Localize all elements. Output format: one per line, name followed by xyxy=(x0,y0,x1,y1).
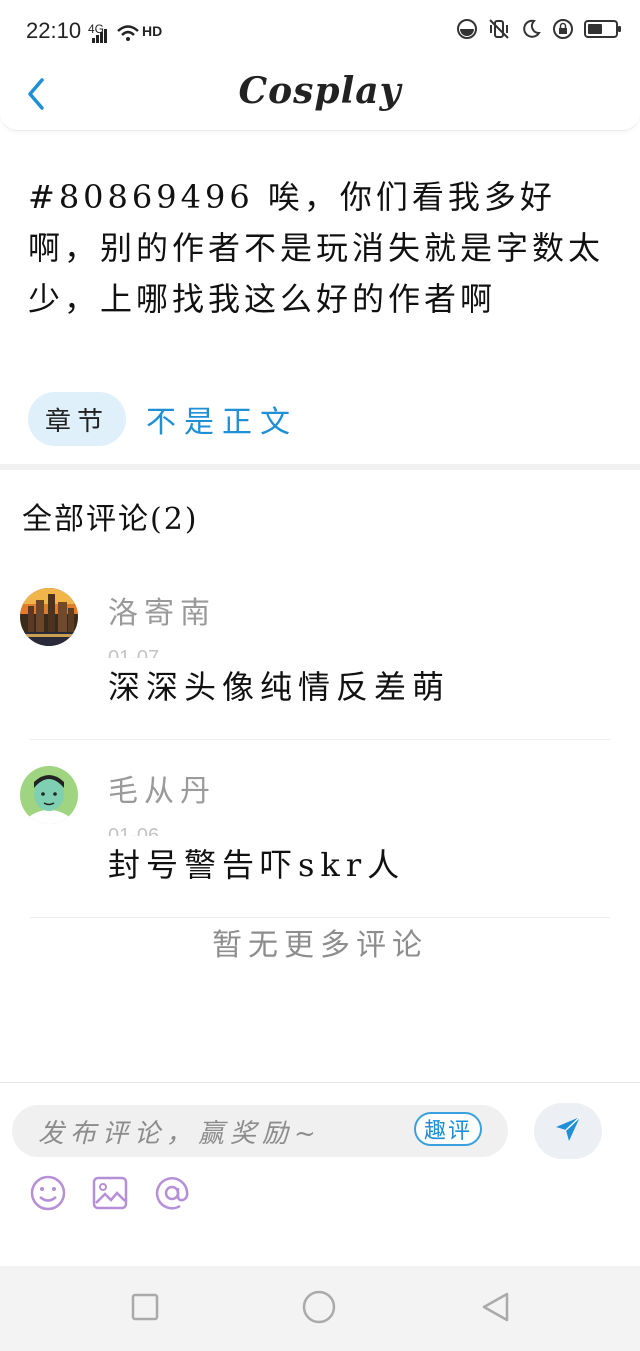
header: Cosplay xyxy=(0,62,640,131)
hd-indicator: HD xyxy=(142,23,163,39)
square-icon xyxy=(131,1293,159,1325)
fun-comment-button[interactable]: 趣评 xyxy=(414,1112,482,1146)
comments-title: 全部评论(2) xyxy=(22,502,199,537)
chapter-tag: 章节 xyxy=(28,392,126,446)
mention-button[interactable] xyxy=(152,1175,192,1215)
no-more-comments: 暂无更多评论 xyxy=(212,928,428,963)
page-title: Cosplay xyxy=(238,70,402,112)
comment-divider xyxy=(30,739,610,740)
post-text: #80869496 唉，你们看我多好啊，别的作者不是玩消失就是字数太少，上哪找我… xyxy=(28,178,605,318)
comment-text: 深深头像纯情反差萌 xyxy=(108,668,451,706)
recents-button[interactable] xyxy=(128,1292,162,1326)
emoji-button[interactable] xyxy=(28,1175,68,1215)
status-time: 22:10 xyxy=(26,18,82,43)
comment-author[interactable]: 洛寄南 xyxy=(108,588,216,632)
status-bar: 22:10 4G HD xyxy=(0,0,640,62)
send-icon xyxy=(554,1115,582,1147)
status-icons xyxy=(456,18,621,40)
send-button[interactable] xyxy=(534,1103,602,1159)
comment-text: 封号警告吓skr人 xyxy=(108,846,406,884)
comment-input-placeholder: 发布评论，赢奖励~ xyxy=(38,1119,322,1149)
wifi-icon xyxy=(116,24,140,46)
vibrate-icon xyxy=(488,18,510,40)
image-icon xyxy=(91,1174,129,1216)
avatar[interactable] xyxy=(20,588,78,646)
comment-composer: 发布评论，赢奖励~ 趣评 xyxy=(0,1082,640,1267)
section-divider xyxy=(0,464,640,470)
battery-icon xyxy=(584,20,621,38)
chapter-link[interactable]: 不是正文 xyxy=(146,397,298,441)
comment-author[interactable]: 毛从丹 xyxy=(108,766,216,810)
comment-divider xyxy=(30,917,610,918)
comment-date: 01-07 xyxy=(108,648,159,658)
tag-row: 章节 不是正文 xyxy=(28,392,298,446)
back-nav-button[interactable] xyxy=(478,1292,512,1326)
circle-icon xyxy=(302,1290,336,1328)
system-nav-bar xyxy=(0,1266,640,1351)
avatar[interactable] xyxy=(20,766,78,824)
comment-input[interactable]: 发布评论，赢奖励~ 趣评 xyxy=(12,1105,508,1157)
image-button[interactable] xyxy=(90,1175,130,1215)
at-icon xyxy=(152,1173,192,1217)
comment-date: 01-06 xyxy=(108,826,159,836)
smiley-icon xyxy=(29,1174,67,1216)
home-button[interactable] xyxy=(302,1290,336,1328)
lock-rotation-icon xyxy=(552,18,574,40)
moon-icon xyxy=(520,18,542,40)
signal-icon xyxy=(92,28,108,47)
circle-mode-icon xyxy=(456,18,478,40)
composer-tools xyxy=(28,1175,192,1215)
triangle-back-icon xyxy=(480,1291,510,1327)
